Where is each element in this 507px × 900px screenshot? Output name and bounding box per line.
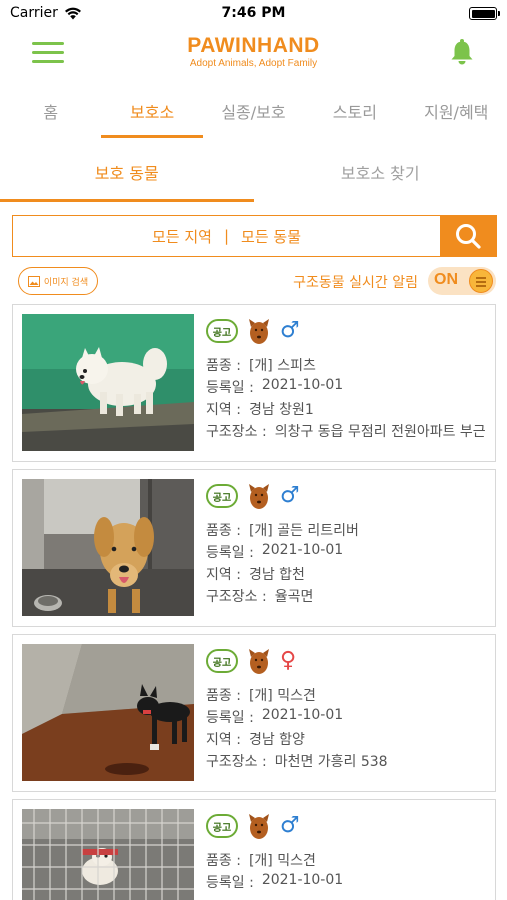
card-info: 품종 : [개] 골든 리트리버 등록일 :2021-10-01 지역 : 경남 합… xyxy=(206,520,496,608)
tools-row: 이미지 검색 구조동물 실시간 알림 ON xyxy=(18,267,496,295)
image-search-button[interactable]: 이미지 검색 xyxy=(18,267,98,295)
tab-support-benefits[interactable]: 지원/혜택 xyxy=(406,86,507,138)
main-tabs: 홈 보호소 실종/보호 스토리 지원/혜택 xyxy=(0,86,507,138)
tab-home[interactable]: 홈 xyxy=(0,86,101,138)
toggle-state-label: ON xyxy=(434,271,458,288)
search-filter[interactable]: 모든 지역 | 모든 동물 xyxy=(13,216,440,256)
caged-mixed-dog-photo xyxy=(22,809,194,900)
status-bar: Carrier 7:46 PM xyxy=(0,0,507,28)
realtime-alert-label: 구조동물 실시간 알림 xyxy=(293,275,418,291)
logo-title: PAWINHAND xyxy=(187,34,320,57)
filter-separator: | xyxy=(223,227,230,245)
app-logo[interactable]: PAWINHAND Adopt Animals, Adopt Family xyxy=(0,34,507,69)
card-badges: 공고 ♂ xyxy=(206,317,300,345)
realtime-alert-toggle[interactable]: ON xyxy=(428,267,496,295)
male-gender-icon: ♂ xyxy=(280,813,300,838)
notice-badge: 공고 xyxy=(206,484,238,508)
tab-shelter[interactable]: 보호소 xyxy=(101,86,204,138)
rescue-place-row: 구조장소 : 율곡면 xyxy=(206,589,314,605)
tab-missing-protected[interactable]: 실종/보호 xyxy=(203,86,304,138)
tab-story[interactable]: 스토리 xyxy=(304,86,405,138)
date-row: 등록일 :2021-10-01 xyxy=(206,707,344,726)
image-search-label: 이미지 검색 xyxy=(43,277,89,288)
logo-subtitle: Adopt Animals, Adopt Family xyxy=(189,58,318,69)
animal-card[interactable]: 공고 ♂ 품종 : [개] 스피츠 등록일 :2021-10-01 지역 : 경남 … xyxy=(12,304,496,462)
search-bar: 모든 지역 | 모든 동물 xyxy=(12,215,497,257)
bell-icon[interactable] xyxy=(449,38,475,66)
search-icon xyxy=(456,224,481,249)
breed-row: 품종 : [개] 믹스견 xyxy=(206,688,316,704)
sub-tabs: 보호 동물 보호소 찾기 xyxy=(0,144,507,202)
animal-filter[interactable]: 모든 동물 xyxy=(241,226,301,247)
breed-row: 품종 : [개] 골든 리트리버 xyxy=(206,523,359,539)
battery-icon xyxy=(469,7,500,20)
dog-icon xyxy=(249,319,269,344)
search-button[interactable] xyxy=(440,216,496,256)
breed-row: 품종 : [개] 스피츠 xyxy=(206,358,316,374)
card-badges: 공고 ♀ xyxy=(206,647,296,675)
tab-find-shelter[interactable]: 보호소 찾기 xyxy=(254,144,507,202)
female-gender-icon: ♀ xyxy=(280,648,297,673)
tab-protected-animals[interactable]: 보호 동물 xyxy=(0,144,254,202)
notice-badge: 공고 xyxy=(206,649,238,673)
white-spitz-dog-photo xyxy=(22,314,194,451)
card-info: 품종 : [개] 믹스견 등록일 :2021-10-01 지역 : 경남 함양 구조… xyxy=(206,685,496,773)
region-row: 지역 : 경남 함양 xyxy=(206,732,305,748)
breed-row: 품종 : [개] 믹스견 xyxy=(206,853,316,869)
rescue-place-row: 구조장소 : 의창구 동읍 무점리 전원아파트 부근 xyxy=(206,424,486,440)
card-badges: 공고 ♂ xyxy=(206,812,300,840)
region-filter[interactable]: 모든 지역 xyxy=(152,226,212,247)
golden-retriever-photo xyxy=(22,479,194,616)
image-icon xyxy=(27,275,40,287)
notice-badge: 공고 xyxy=(206,319,238,343)
clock: 7:46 PM xyxy=(221,5,286,21)
dog-icon xyxy=(249,484,269,509)
date-row: 등록일 :2021-10-01 xyxy=(206,377,344,396)
region-row: 지역 : 경남 창원1 xyxy=(206,402,314,418)
app-header: PAWINHAND Adopt Animals, Adopt Family xyxy=(0,28,507,78)
battery-fill xyxy=(471,9,495,18)
date-row: 등록일 :2021-10-01 xyxy=(206,542,344,561)
animal-card[interactable]: 공고 ♂ 품종 : [개] 골든 리트리버 등록일 :2021-10-01 지역 … xyxy=(12,469,496,627)
date-row: 등록일 :2021-10-01 xyxy=(206,872,344,891)
card-badges: 공고 ♂ xyxy=(206,482,300,510)
animal-card[interactable]: 공고 ♀ 품종 : [개] 믹스견 등록일 :2021-10-01 지역 : 경남 … xyxy=(12,634,496,792)
male-gender-icon: ♂ xyxy=(280,318,300,343)
dog-icon xyxy=(249,814,269,839)
animal-card[interactable]: 공고 ♂ 품종 : [개] 믹스견 등록일 :2021-10-01 xyxy=(12,799,496,900)
region-row: 지역 : 경남 합천 xyxy=(206,567,305,583)
card-info: 품종 : [개] 스피츠 등록일 :2021-10-01 지역 : 경남 창원1 구… xyxy=(206,355,496,443)
black-mixed-dog-photo xyxy=(22,644,194,781)
dog-icon xyxy=(249,649,269,674)
male-gender-icon: ♂ xyxy=(280,483,300,508)
rescue-place-row: 구조장소 : 마천면 가흥리 538 xyxy=(206,754,388,770)
toggle-knob xyxy=(469,269,493,293)
card-info: 품종 : [개] 믹스견 등록일 :2021-10-01 xyxy=(206,850,496,894)
notice-badge: 공고 xyxy=(206,814,238,838)
